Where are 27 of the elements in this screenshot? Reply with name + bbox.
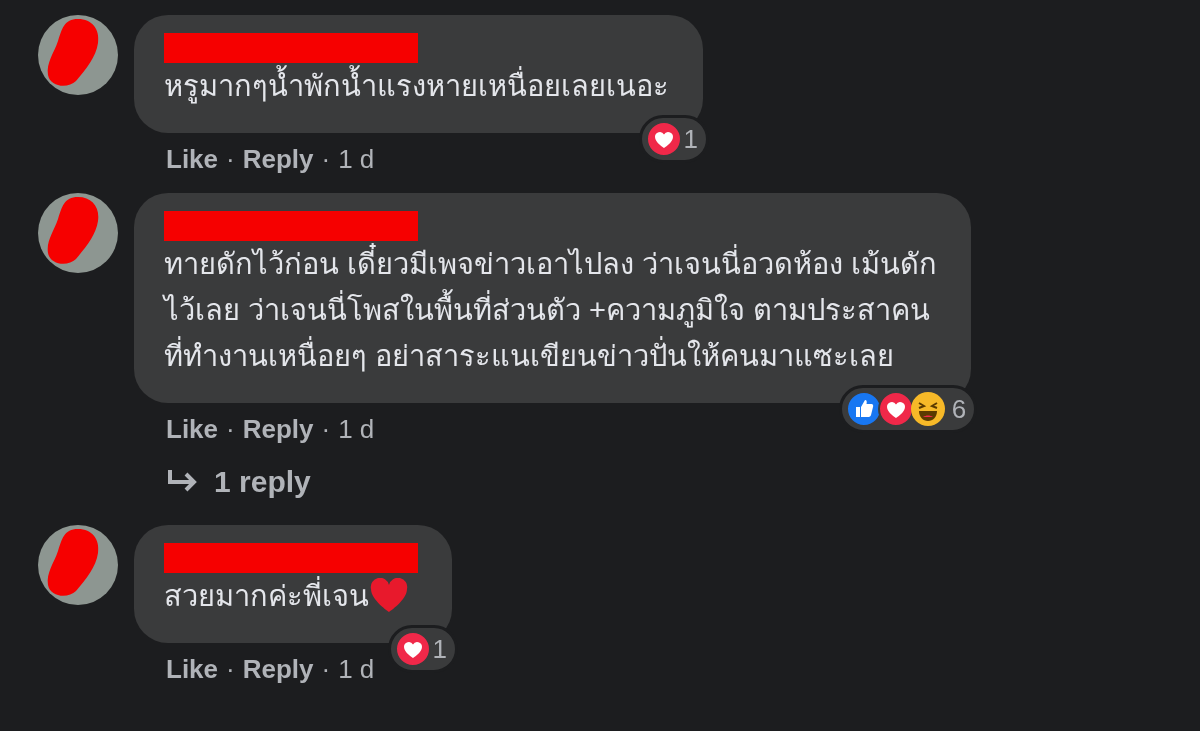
comment-text: สวยมากค่ะพี่เจน bbox=[164, 573, 369, 619]
comment-time: 1 d bbox=[338, 143, 375, 175]
separator-dot: · bbox=[226, 413, 235, 445]
reaction-count: 6 bbox=[951, 393, 967, 425]
comment-time: 1 d bbox=[338, 653, 375, 685]
action-link[interactable]: Reply bbox=[242, 413, 314, 445]
separator-dot: · bbox=[226, 653, 235, 685]
reaction-count: 1 bbox=[432, 633, 447, 665]
reaction-summary[interactable]: 1 bbox=[387, 625, 458, 673]
reaction-summary[interactable]: 1 bbox=[638, 115, 709, 163]
comment-time: 1 d bbox=[338, 413, 375, 445]
action-link[interactable]: Like bbox=[166, 653, 219, 685]
laughing-face-icon bbox=[909, 391, 946, 427]
heart-icon bbox=[369, 578, 409, 614]
action-link[interactable]: Like bbox=[166, 143, 219, 175]
action-link[interactable]: Like bbox=[166, 413, 219, 445]
comment-text: หรูมากๆน้ำพักน้ำแรงหายเหนื่อยเลยเนอะ bbox=[164, 63, 669, 109]
reaction-count: 1 bbox=[683, 123, 698, 155]
comment-text: ทายดักไว้ก่อน เดี๋ยวมีเพจข่าวเอาไปลง ว่าเจนนี่อวดห้อง เม้นดัก ไว้เลย ว่าเจนนี่โพสในพื้นที่ส่วนตัว +ความภูมิใจ ตามประสาคน ที่ทำงานเหนื่อยๆ อย่าสาระแนเขียนข่าวปั่นให้คนมาแซะเลย bbox=[164, 241, 938, 379]
replies-link[interactable]: 1 reply bbox=[166, 465, 311, 499]
separator-dot: · bbox=[226, 143, 235, 175]
action-link[interactable]: Reply bbox=[242, 143, 314, 175]
separator-dot: · bbox=[321, 143, 331, 175]
action-link[interactable]: Reply bbox=[242, 653, 314, 685]
separator-dot: · bbox=[321, 413, 331, 445]
like-icon bbox=[845, 391, 882, 427]
separator-dot: · bbox=[321, 653, 331, 685]
